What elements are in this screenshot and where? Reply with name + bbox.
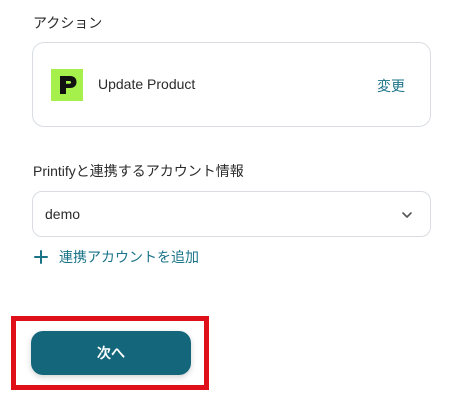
plus-icon	[34, 250, 48, 264]
printify-logo-icon	[51, 69, 83, 101]
add-account-label: 連携アカウントを追加	[59, 249, 199, 265]
next-button[interactable]: 次へ	[31, 331, 191, 375]
action-section-label: アクション	[33, 15, 103, 31]
chevron-down-icon	[400, 208, 414, 222]
add-account-link[interactable]: 連携アカウントを追加	[34, 247, 199, 267]
action-card: Update Product 変更	[32, 42, 431, 127]
action-name: Update Product	[98, 76, 196, 92]
selected-account-value: demo	[45, 206, 81, 222]
account-section-label: Printifyと連携するアカウント情報	[33, 163, 244, 179]
account-select[interactable]: demo	[32, 191, 431, 237]
change-action-link[interactable]: 変更	[377, 76, 405, 96]
action-settings-page: アクション Update Product 変更 Printifyと連携するアカウ…	[0, 0, 468, 418]
